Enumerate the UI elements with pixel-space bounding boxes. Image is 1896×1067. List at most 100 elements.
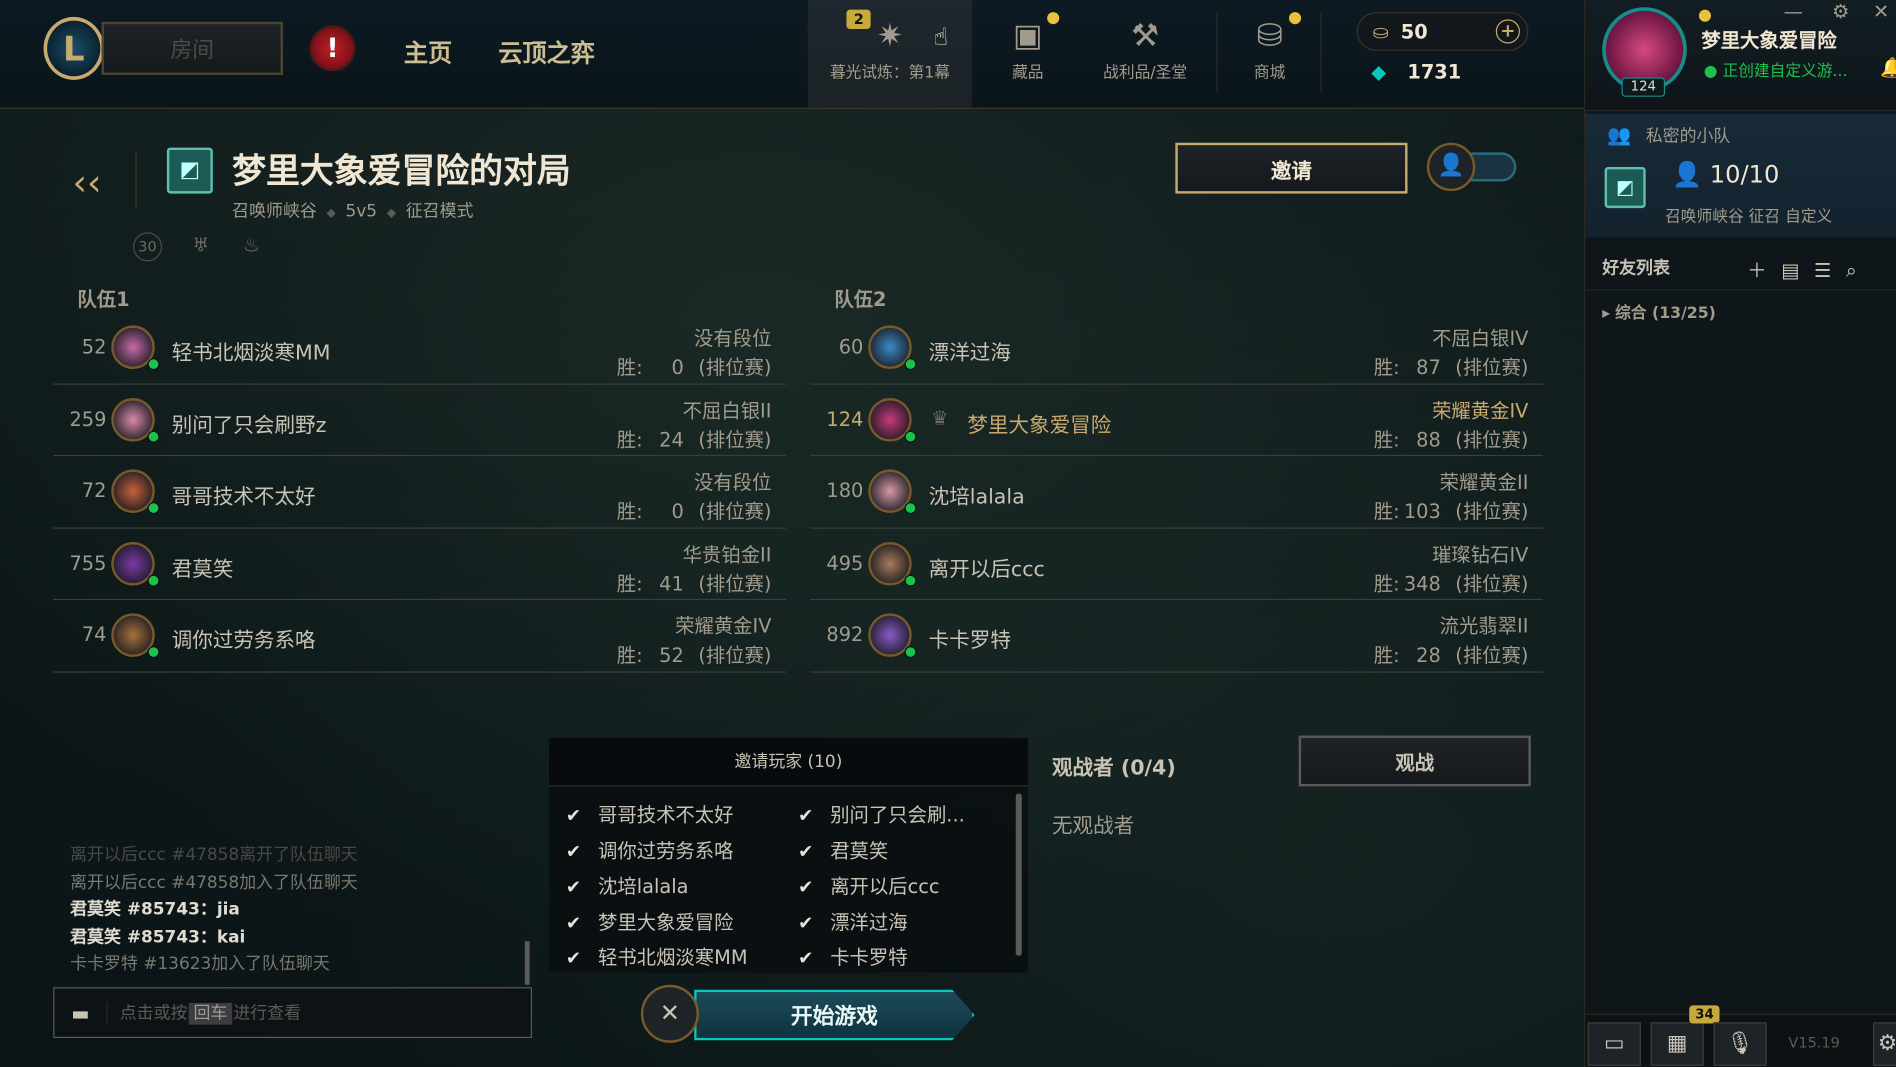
player-level: 755 <box>69 551 107 575</box>
top-nav-bar: L 房间 ! 主页 云顶之弈 ✷ 暮光试炼：第1幕 2 ☝ ▣ 藏品 ⚒ 战利品… <box>0 0 1585 109</box>
friends-header: 好友列表 ＋▤☰⌕ <box>1585 242 1896 291</box>
player-rank: 不屈白银IV <box>1432 326 1529 350</box>
online-status-dot <box>904 646 917 659</box>
minimize-button[interactable]: — <box>1784 0 1803 23</box>
mouse-cursor-icon: ☝ <box>933 21 949 51</box>
invited-player: ✔ 君莫笑 <box>798 838 889 862</box>
add-friend-icon[interactable]: ＋ <box>1747 259 1781 282</box>
friends-title: 好友列表 <box>1602 258 1670 279</box>
close-icon[interactable]: ✕ <box>640 984 699 1043</box>
player-level: 52 <box>81 335 107 359</box>
player-wins: 胜: 52 (排位赛) <box>616 643 772 667</box>
missions-icon[interactable]: ▦ <box>1650 1022 1704 1066</box>
nav-home[interactable]: 主页 <box>404 34 452 69</box>
be-balance: ◆ 1731 <box>1371 60 1461 83</box>
settings-gear-icon[interactable]: ⚙ <box>1832 0 1849 23</box>
rp-icon: ⛀ <box>1372 19 1389 43</box>
lobby-subtitle: 召唤师峡谷 ◆ 5v5 ◆ 征召模式 <box>232 202 474 222</box>
player-rank: 荣耀黄金IV <box>1432 398 1529 422</box>
open-party-toggle[interactable]: 👤 <box>1426 142 1517 194</box>
spectate-button[interactable]: 观战 <box>1298 735 1531 787</box>
player-row[interactable]: 755 君莫笑 华贵铂金II 胜: 41 (排位赛) <box>53 528 786 601</box>
player-name: 梦里大象爱冒险 <box>967 413 1112 438</box>
crafting-hammer-icon: ⚒ <box>1131 18 1160 55</box>
player-rank: 璀璨钻石IV <box>1432 542 1529 566</box>
player-row[interactable]: 180 沈培lalala 荣耀黄金II 胜: 103 (排位赛) <box>810 456 1543 529</box>
team-size: 5v5 <box>345 202 378 222</box>
start-game-button[interactable]: 开始游戏 <box>694 989 975 1041</box>
profile-notify-dot <box>1698 9 1712 22</box>
player-wins: 胜: 0 (排位赛) <box>616 355 772 379</box>
version-label: V15.19 <box>1788 1034 1840 1052</box>
chat-icon[interactable]: ▭ <box>1587 1022 1641 1066</box>
check-icon: ✔ <box>565 875 582 898</box>
chat-line: 君莫笑 #85743：jia <box>70 900 240 920</box>
player-rank: 不屈白银II <box>682 398 772 422</box>
league-logo-button[interactable]: L <box>43 16 104 80</box>
chest-icon: ▣ <box>1012 18 1043 55</box>
invited-player: ✔ 漂洋过海 <box>798 910 908 934</box>
player-level: 124 <box>826 407 864 431</box>
coins-icon: ⛁ <box>1256 18 1283 55</box>
invited-player: ✔ 别问了只会刷... <box>798 803 965 827</box>
player-row[interactable]: 52 轻书北烟淡寒MM 没有段位 胜: 0 (排位赛) <box>53 312 786 385</box>
bell-icon[interactable]: 🔔 <box>1880 56 1896 79</box>
chat-input[interactable]: ▬ 点击或按 回车 进行查看 <box>53 987 533 1039</box>
online-status-dot <box>904 358 917 371</box>
friends-group-general[interactable]: ▸ 综合 (13/25) <box>1602 300 1716 323</box>
chat-log: 离开以后ccc #47858离开了队伍聊天 离开以后ccc #47858加入了队伍… <box>70 842 529 978</box>
search-icon[interactable]: ⌕ <box>1846 259 1871 282</box>
list-icon[interactable]: ☰ <box>1814 259 1846 282</box>
room-button[interactable]: 房间 <box>101 21 283 76</box>
player-row[interactable]: 495 离开以后ccc 璀璨钻石IV 胜: 348 (排位赛) <box>810 528 1543 601</box>
online-status-dot <box>147 502 160 515</box>
party-box[interactable]: 👥 私密的小队 ◩ 👤 10/10 召唤师峡谷 征召 自定义 <box>1585 113 1896 238</box>
invited-player: ✔ 梦里大象爱冒险 <box>565 910 734 934</box>
invited-player: ✔ 沈培lalala <box>565 874 689 898</box>
loot-label: 战利品/圣堂 <box>1103 64 1188 83</box>
chat-line: 卡卡罗特 #13623加入了队伍聊天 <box>70 954 330 974</box>
nav-tft[interactable]: 云顶之弈 <box>498 34 595 69</box>
twilight-label: 暮光试炼：第1幕 <box>829 64 950 83</box>
invited-players-panel: 邀请玩家 (10) ✔ 哥哥技术不太好 ✔ 别问了只会刷... ✔ 调你过劳务系咯 ✔ 君莫笑… <box>548 737 1028 973</box>
online-status-dot <box>147 430 160 443</box>
loot-button[interactable]: ⚒ 战利品/圣堂 <box>1088 0 1202 109</box>
party-description: 召唤师峡谷 征召 自定义 <box>1665 208 1833 227</box>
social-panel: 124 梦里大象爱冒险 ● 正创建自定义游... — ⚙ ✕ 🔔 👥 私密的小队… <box>1584 0 1896 1067</box>
add-folder-icon[interactable]: ▤ <box>1781 259 1814 282</box>
team2-title: 队伍2 <box>834 287 887 311</box>
check-icon: ✔ <box>798 947 814 970</box>
invite-scrollbar[interactable] <box>1015 793 1022 956</box>
player-row[interactable]: 60 漂洋过海 不屈白银IV 胜: 87 (排位赛) <box>810 312 1543 385</box>
player-row[interactable]: 259 别问了只会刷野z 不屈白银II 胜: 24 (排位赛) <box>53 384 786 457</box>
player-row[interactable]: 892 卡卡罗特 流光翡翠II 胜: 28 (排位赛) <box>810 600 1543 673</box>
player-wins: 胜: 87 (排位赛) <box>1373 355 1529 379</box>
social-bottom-bar: ▭ ▦ 34 🎙 V15.19 ⚙ <box>1585 1005 1896 1067</box>
store-label: 商城 <box>1253 64 1286 83</box>
person-icon: 👤 <box>1672 159 1703 189</box>
twilight-trial-button[interactable]: ✷ 暮光试炼：第1幕 <box>807 0 973 109</box>
back-arrow-icon[interactable]: ‹‹ <box>73 162 102 204</box>
player-name: 轻书北烟淡寒MM <box>171 341 331 366</box>
invite-button[interactable]: 邀请 <box>1175 142 1408 194</box>
buy-rp-button[interactable]: + <box>1495 19 1520 44</box>
close-button[interactable]: ✕ <box>1873 0 1889 23</box>
rp-balance: ⛀ 50 + <box>1356 12 1529 51</box>
player-wins: 胜: 0 (排位赛) <box>616 499 772 523</box>
check-icon: ✔ <box>798 875 814 898</box>
player-row[interactable]: 72 哥哥技术不太好 没有段位 胜: 0 (排位赛) <box>53 456 786 529</box>
invited-player: ✔ 离开以后ccc <box>798 874 940 898</box>
be-amount: 1731 <box>1407 60 1462 84</box>
alert-button[interactable]: ! <box>309 25 356 72</box>
chat-placeholder: 点击或按 回车 进行查看 <box>119 1002 302 1025</box>
profile-header[interactable]: 124 梦里大象爱冒险 ● 正创建自定义游... — ⚙ ✕ 🔔 <box>1585 0 1896 112</box>
chat-scrollbar[interactable] <box>524 941 530 985</box>
settings-icon[interactable]: ⚙ <box>1873 1022 1896 1066</box>
header-divider <box>135 152 137 209</box>
player-row[interactable]: 74 调你过劳务系咯 荣耀黄金IV 胜: 52 (排位赛) <box>53 600 786 673</box>
team1-title: 队伍1 <box>77 287 130 311</box>
shield-icon: ♅ <box>192 233 210 257</box>
player-row[interactable]: 124 ♛ 梦里大象爱冒险 荣耀黄金IV 胜: 88 (排位赛) <box>810 384 1543 457</box>
mic-icon[interactable]: 🎙 <box>1713 1022 1767 1066</box>
check-icon: ✔ <box>798 840 814 862</box>
